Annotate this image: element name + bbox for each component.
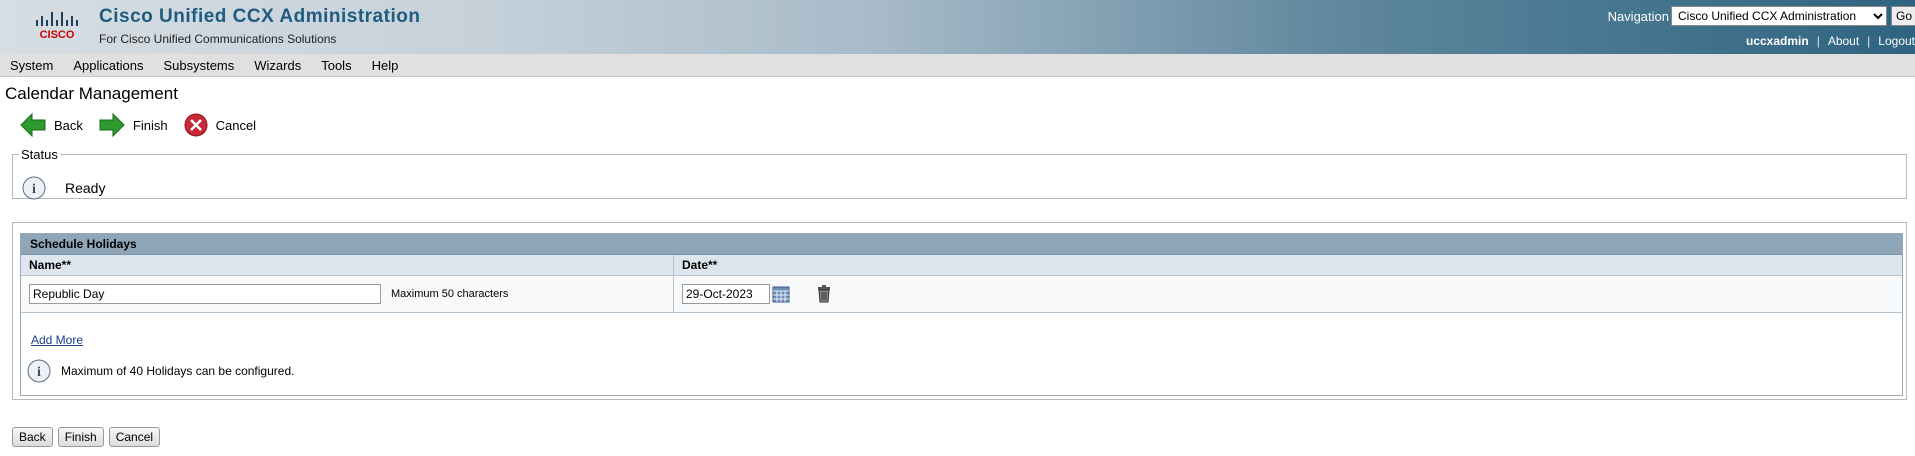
page-title: Calendar Management	[5, 84, 178, 103]
finish-toolbar-button[interactable]: Finish	[99, 113, 168, 137]
holidays-panel: Schedule Holidays Name** Date** Maximum …	[12, 222, 1907, 400]
table-row: Maximum 50 characters	[21, 276, 1902, 313]
info-icon: i	[22, 176, 46, 200]
back-button[interactable]: Back	[12, 427, 53, 447]
holiday-limit-info: i Maximum of 40 Holidays can be configur…	[27, 359, 294, 383]
menu-wizards[interactable]: Wizards	[244, 58, 311, 73]
finish-button[interactable]: Finish	[57, 427, 104, 447]
info-icon: i	[27, 359, 51, 383]
forward-arrow-icon	[99, 113, 125, 137]
section-title: Schedule Holidays	[21, 234, 1902, 255]
add-more-link[interactable]: Add More	[31, 333, 83, 347]
menu-tools[interactable]: Tools	[311, 58, 361, 73]
holidays-table: Schedule Holidays Name** Date** Maximum …	[20, 233, 1903, 396]
svg-text:i: i	[32, 182, 36, 197]
cisco-logo: CISCO	[36, 12, 78, 41]
app-header: CISCO Cisco Unified CCX Administration F…	[0, 0, 1915, 54]
status-legend: Status	[21, 147, 58, 162]
name-hint: Maximum 50 characters	[391, 288, 509, 300]
cancel-toolbar-label: Cancel	[215, 117, 257, 133]
delete-icon[interactable]	[816, 285, 832, 303]
about-link[interactable]: About	[1828, 34, 1859, 48]
finish-toolbar-label: Finish	[132, 117, 168, 133]
logout-link[interactable]: Logout	[1878, 34, 1915, 48]
bottom-buttons: Back Finish Cancel	[12, 427, 165, 447]
back-toolbar-label: Back	[54, 117, 83, 133]
holiday-name-input[interactable]	[29, 284, 381, 304]
date-column-header: Date**	[682, 258, 718, 272]
brand-text: CISCO	[40, 29, 75, 41]
menu-help[interactable]: Help	[362, 58, 409, 73]
menu-system[interactable]: System	[0, 58, 63, 73]
cancel-toolbar-button[interactable]: Cancel	[184, 113, 256, 137]
toolbar: Back Finish Cancel	[20, 113, 272, 137]
menu-bar: System Applications Subsystems Wizards T…	[0, 54, 1915, 77]
menu-subsystems[interactable]: Subsystems	[153, 58, 244, 73]
cancel-button[interactable]: Cancel	[108, 427, 161, 447]
username: uccxadmin	[1745, 34, 1809, 48]
back-toolbar-button[interactable]: Back	[20, 113, 83, 137]
menu-applications[interactable]: Applications	[63, 58, 153, 73]
cancel-icon	[184, 113, 208, 137]
status-panel: Status i Ready	[12, 147, 1907, 200]
navigation-select[interactable]: Cisco Unified CCX Administration	[1671, 6, 1887, 26]
table-header: Name** Date**	[21, 255, 1902, 276]
go-button[interactable]: Go	[1891, 6, 1915, 26]
app-subtitle: For Cisco Unified Communications Solutio…	[99, 32, 337, 46]
status-text: Ready	[65, 180, 106, 196]
app-title: Cisco Unified CCX Administration	[99, 6, 421, 27]
user-links: uccxadmin | About | Logout	[1745, 34, 1915, 48]
svg-text:i: i	[37, 365, 41, 380]
navigation-label: Navigation	[1607, 9, 1669, 24]
holiday-limit-text: Maximum of 40 Holidays can be configured…	[61, 364, 295, 378]
back-arrow-icon	[20, 113, 46, 137]
calendar-icon[interactable]	[772, 285, 790, 303]
holiday-date-input[interactable]	[682, 284, 770, 304]
name-column-header: Name**	[21, 255, 674, 275]
